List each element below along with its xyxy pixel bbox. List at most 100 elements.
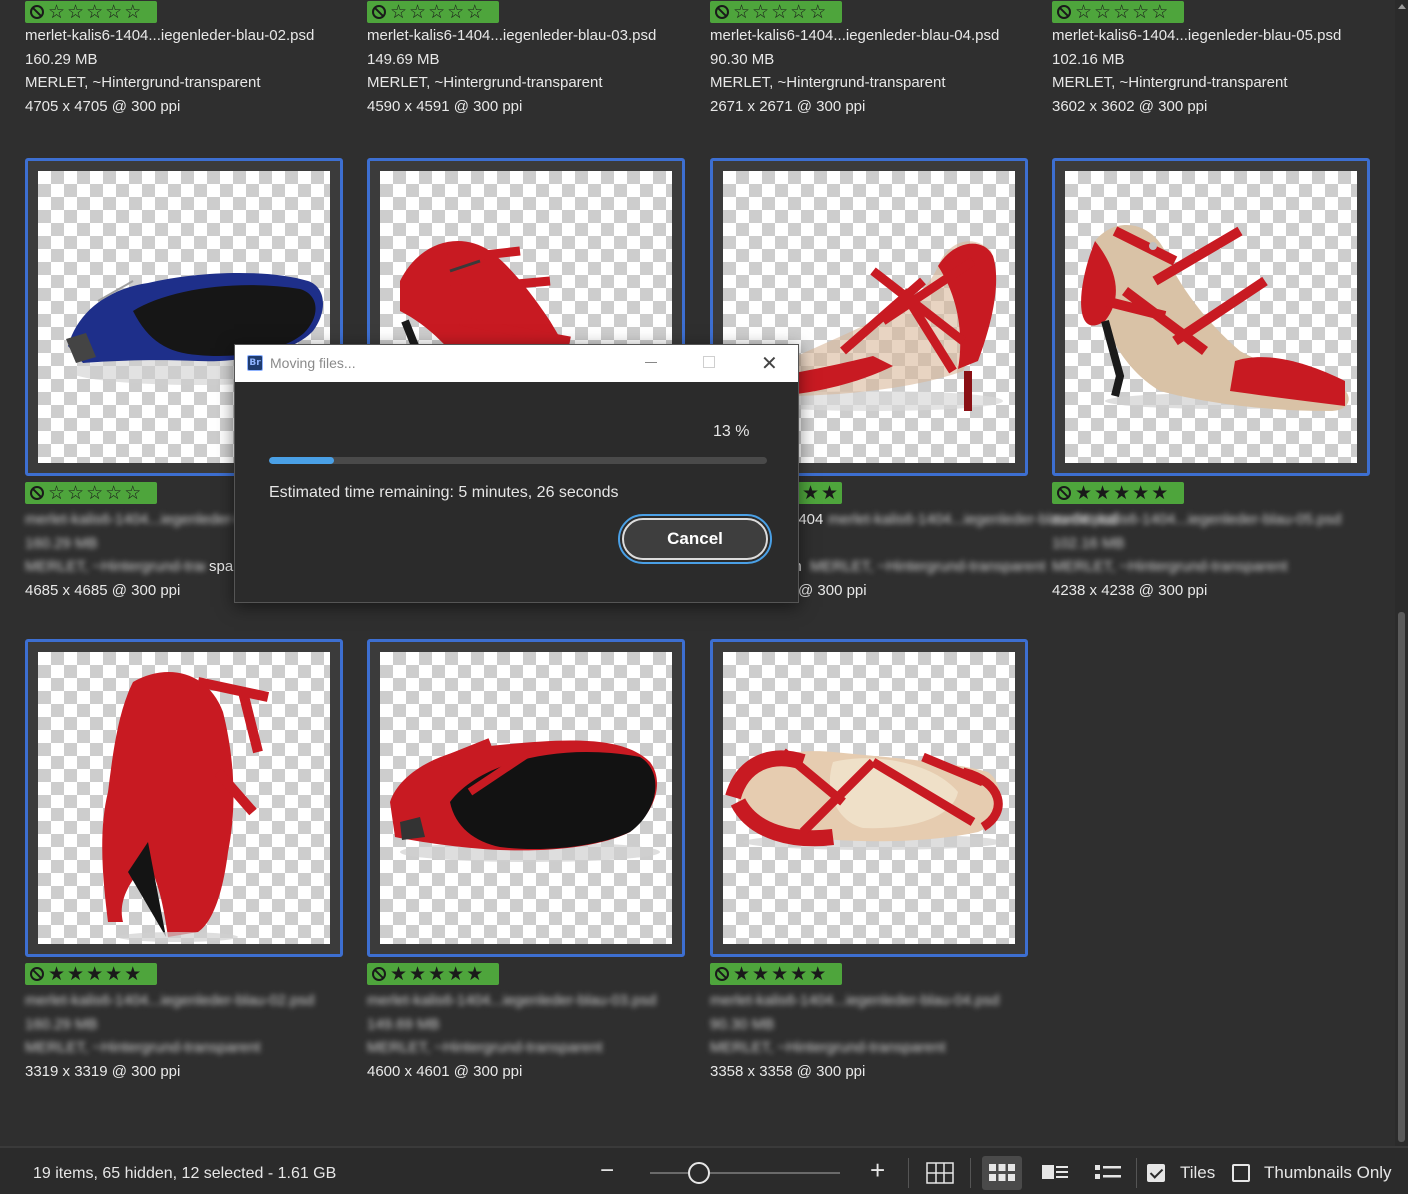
divider — [1136, 1158, 1137, 1188]
star-rating[interactable]: ☆ ☆ ☆ ☆ ☆ — [48, 3, 141, 22]
close-icon[interactable]: ✕ — [761, 353, 778, 373]
thumbnail-image — [723, 652, 1015, 944]
maximize-icon — [703, 356, 715, 368]
progress-bar — [269, 457, 767, 464]
file-keywords-blurred: MERLET, ~Hintergrund-transparent — [710, 1039, 946, 1056]
view-list-button[interactable] — [1088, 1156, 1128, 1190]
status-summary: 19 items, 65 hidden, 12 selected - 1.61 … — [33, 1165, 337, 1182]
status-bar: 19 items, 65 hidden, 12 selected - 1.61 … — [0, 1146, 1408, 1194]
rating-badge[interactable]: ☆ ☆ ☆ ☆ ☆ — [1052, 1, 1184, 23]
thumbnail-cell[interactable]: ★ ★ ★ ★ ★ merlet-kalis6-1404...iegenleder-bl… — [25, 639, 345, 1084]
thumbnail-cell[interactable]: ☆ ☆ ☆ ☆ ☆ merlet-kalis6-1404...iegenleder-bl… — [710, 0, 1030, 120]
star-rating[interactable]: ☆ ☆ ☆ ☆ ☆ — [48, 484, 141, 503]
bridge-app-icon: Br — [247, 355, 263, 371]
star-rating[interactable]: ☆ ☆ ☆ ☆ ☆ — [1075, 3, 1168, 22]
file-dimensions: 4600 x 4601 @ 300 ppi — [367, 1062, 523, 1080]
thumbnail-cell[interactable]: ★ ★ ★ ★ ★ merlet-kalis6-1404...iegenleder-bl… — [367, 639, 687, 1084]
rating-badge[interactable]: ★ ★ ★ ★ ★ — [25, 963, 157, 985]
thumbnail-frame[interactable] — [710, 639, 1028, 957]
star-rating[interactable]: ★ ★ ★ ★ ★ — [733, 965, 826, 984]
rating-badge[interactable]: ☆ ☆ ☆ ☆ ☆ — [710, 1, 842, 23]
file-dimensions: 3358 x 3358 @ 300 ppi — [710, 1062, 866, 1080]
reject-icon — [714, 4, 730, 20]
thumbnail-image — [380, 652, 672, 944]
file-dimensions: 3319 x 3319 @ 300 ppi — [25, 1062, 181, 1080]
file-size-blurred: 160.29 MB — [25, 534, 98, 552]
reject-icon — [371, 966, 387, 982]
file-dimensions: 4590 x 4591 @ 300 ppi — [367, 97, 523, 115]
thumbnail-cell[interactable]: ☆ ☆ ☆ ☆ ☆ merlet-kalis6-1404...iegenleder-bl… — [25, 0, 345, 120]
thumbnail-frame[interactable] — [1052, 158, 1370, 476]
thumbnail-size-slider-knob[interactable] — [688, 1162, 710, 1184]
file-keywords-blurred: MERLET, ~Hintergrund-transparent — [1052, 558, 1288, 575]
moving-files-dialog: Br Moving files... ✕ 13 % Estimated time… — [234, 344, 799, 603]
file-dimensions: 4238 x 4238 @ 300 ppi — [1052, 581, 1208, 599]
rating-badge[interactable]: ★ ★ ★ ★ ★ — [710, 963, 842, 985]
scroll-thumb[interactable] — [1398, 612, 1405, 1142]
reject-icon — [29, 485, 45, 501]
cancel-button[interactable]: Cancel — [618, 514, 772, 564]
file-size: 90.30 MB — [710, 50, 775, 68]
thumbnails-only-checkbox[interactable] — [1232, 1164, 1250, 1182]
divider — [970, 1158, 971, 1188]
file-size-blurred: 90.30 MB — [710, 1015, 775, 1033]
star-rating[interactable]: ☆ ☆ ☆ ☆ ☆ — [733, 3, 826, 22]
vertical-scrollbar[interactable] — [1395, 0, 1408, 1146]
thumbnail-size-slider[interactable] — [650, 1172, 840, 1174]
grid-icon — [926, 1162, 954, 1184]
tiles-checkbox[interactable] — [1147, 1164, 1165, 1182]
thumbnail-image — [38, 652, 330, 944]
file-name-blurred: merlet-kalis6-1404...iegenleder-blau-02.… — [25, 992, 315, 1009]
thumbnail-frame[interactable] — [367, 639, 685, 957]
lock-grid-button[interactable] — [920, 1156, 960, 1190]
rating-badge[interactable]: ☆ ☆ ☆ ☆ ☆ — [25, 1, 157, 23]
reject-icon — [1056, 4, 1072, 20]
scroll-up-arrow-icon[interactable] — [1398, 4, 1406, 9]
thumbnails-only-label: Thumbnails Only — [1264, 1163, 1392, 1182]
file-dimensions: 4705 x 4705 @ 300 ppi — [25, 97, 181, 115]
rating-badge[interactable]: ☆ ☆ ☆ ☆ ☆ — [367, 1, 499, 23]
zoom-out-button[interactable]: − — [600, 1159, 614, 1183]
reject-icon — [371, 4, 387, 20]
file-keywords-blurred: MERLET, ~Hintergrund-transparent — [25, 1039, 261, 1056]
file-name: merlet-kalis6-1404...iegenleder-blau-04.… — [710, 27, 1000, 44]
file-name-blurred: merlet-kalis6-1404...iegenleder-blau-05.… — [1052, 511, 1342, 528]
thumbnail-frame[interactable] — [25, 639, 343, 957]
rating-badge[interactable]: ★ ★ ★ ★ ★ — [1052, 482, 1184, 504]
view-details-button[interactable] — [1035, 1156, 1075, 1190]
file-name: merlet-kalis6-1404...iegenleder-blau-05.… — [1052, 27, 1342, 44]
time-remaining: Estimated time remaining: 5 minutes, 26 … — [269, 484, 619, 501]
star-rating[interactable]: ★ ★ ★ ★ ★ — [48, 965, 141, 984]
star-rating[interactable]: ★ ★ ★ ★ ★ — [1075, 484, 1168, 503]
star-rating[interactable]: ★ ★ ★ ★ ★ — [390, 965, 483, 984]
minimize-icon[interactable] — [645, 362, 657, 363]
file-name: merlet-kalis6-1404...iegenleder-blau-02.… — [25, 27, 315, 44]
thumbnail-cell[interactable]: ☆ ☆ ☆ ☆ ☆ merlet-kalis6-1404...iegenleder-bl… — [1052, 0, 1372, 120]
file-dimensions-partial: @ 300 ppi — [798, 581, 867, 599]
red-shoe-front-image — [1081, 224, 1349, 411]
reject-icon — [714, 966, 730, 982]
view-thumbnails-button[interactable] — [982, 1156, 1022, 1190]
zoom-in-button[interactable]: + — [870, 1157, 885, 1183]
rating-badge-partial[interactable]: ★ ★ — [798, 482, 842, 504]
file-keywords: MERLET, ~Hintergrund-transparent — [25, 74, 261, 91]
file-size-blurred: 149.69 MB — [367, 1015, 440, 1033]
file-size: 102.16 MB — [1052, 50, 1125, 68]
file-name-blurred: merlet-kalis6-1404...iegenleder-blau-04.… — [710, 992, 1000, 1009]
file-keywords: MERLET, ~Hintergrund-transparent — [367, 74, 603, 91]
rating-badge[interactable]: ★ ★ ★ ★ ★ — [367, 963, 499, 985]
file-keywords-blurred: MERLET, ~Hintergrund-transparent — [810, 558, 1046, 575]
divider — [908, 1158, 909, 1188]
star-rating[interactable]: ★ ★ — [802, 484, 838, 503]
thumbnail-cell[interactable]: ☆ ☆ ☆ ☆ ☆ merlet-kalis6-1404...iegenleder-bl… — [367, 0, 687, 120]
file-keywords: MERLET, ~Hintergrund-transparent — [1052, 74, 1288, 91]
file-size-blurred: 160.29 MB — [25, 1015, 98, 1033]
file-dimensions: 3602 x 3602 @ 300 ppi — [1052, 97, 1208, 115]
thumbnail-cell[interactable]: ★ ★ ★ ★ ★ merlet-kalis6-1404...iegenleder-bl… — [1052, 158, 1372, 599]
file-name: merlet-kalis6-1404...iegenleder-blau-03.… — [367, 27, 657, 44]
reject-icon — [29, 966, 45, 982]
star-rating[interactable]: ☆ ☆ ☆ ☆ ☆ — [390, 3, 483, 22]
thumbnail-cell[interactable]: ★ ★ ★ ★ ★ merlet-kalis6-1404...iegenleder-bl… — [710, 639, 1030, 1084]
rating-badge[interactable]: ☆ ☆ ☆ ☆ ☆ — [25, 482, 157, 504]
dialog-title-bar[interactable]: Br Moving files... ✕ — [235, 345, 798, 382]
